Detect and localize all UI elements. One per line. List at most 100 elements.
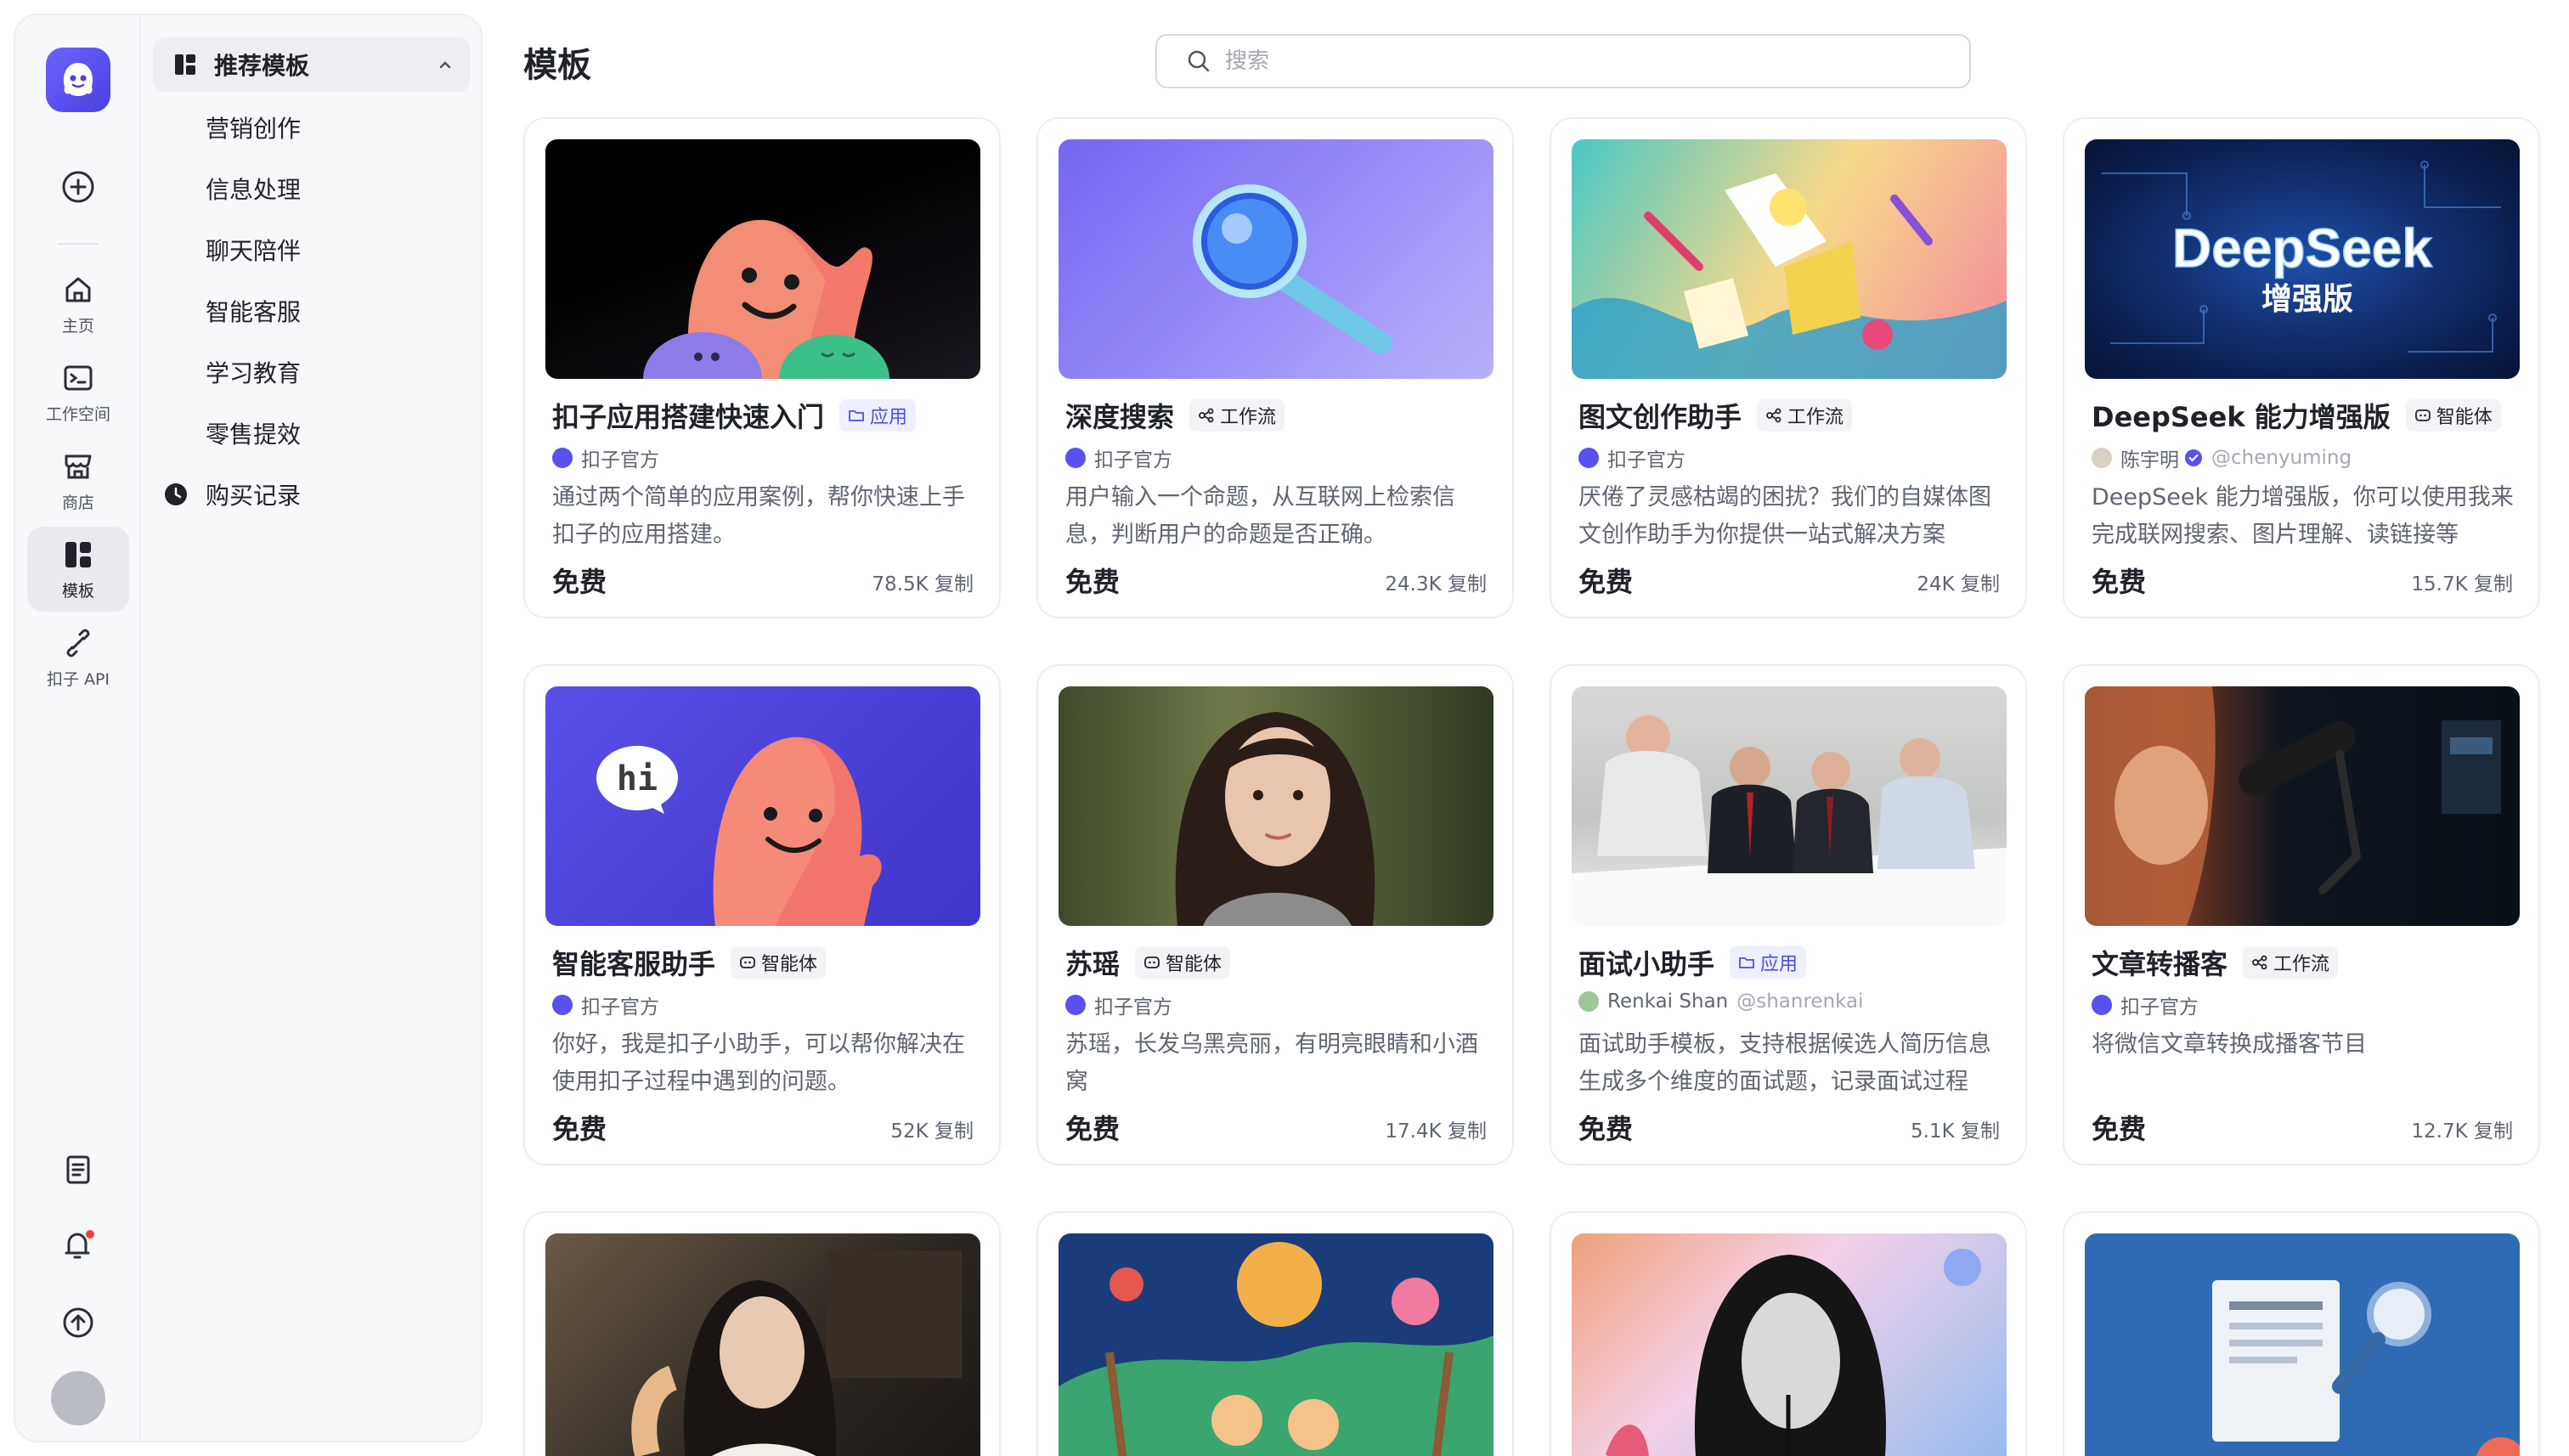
card-thumbnail <box>545 1233 980 1456</box>
card-title: 面试小助手 <box>1578 948 1715 980</box>
rail-item-api[interactable]: 扣子 API <box>27 615 129 700</box>
coze-logo-icon[interactable] <box>46 48 110 112</box>
clock-icon <box>165 483 187 505</box>
template-card[interactable]: hi 智能客服助手 智能体 扣子官方 你好，我是扣子小助手，可以帮你解决在使用扣… <box>523 664 1001 1165</box>
card-description: DeepSeek 能力增强版，你可以使用我来完成联网搜索、图片理解、读链接等 <box>2092 484 2514 548</box>
card-title: 扣子应用搭建快速入门 <box>552 401 825 433</box>
card-title-row: DeepSeek 能力增强版 智能体 <box>2092 396 2501 435</box>
template-card[interactable] <box>1550 1211 2027 1456</box>
type-tag-label: 智能体 <box>2436 407 2493 428</box>
author-name: 扣子官方 <box>2120 996 2199 1019</box>
card-author[interactable]: Renkai Shan @shanrenkai <box>1578 990 1864 1013</box>
rail-label: 工作空间 <box>45 404 110 424</box>
author-name: Renkai Shan <box>1607 990 1729 1013</box>
template-card[interactable]: 扣子应用搭建快速入门 应用 扣子官方 通过两个简单的应用案例，帮你快速上手扣子的… <box>523 117 1001 618</box>
purchase-history-item[interactable]: 购买记录 <box>163 477 301 511</box>
card-author[interactable]: 扣子官方 <box>1065 443 1172 472</box>
agent-icon <box>1144 957 1160 968</box>
author-name: 扣子官方 <box>581 449 659 471</box>
card-author[interactable]: 扣子官方 <box>1065 990 1172 1019</box>
card-author[interactable]: 扣子官方 <box>1578 443 1685 472</box>
arrow-up-circle-icon <box>63 1307 93 1338</box>
type-tag-label: 工作流 <box>1220 407 1277 428</box>
purchase-history-label: 购买记录 <box>206 482 302 510</box>
type-tag: 智能体 <box>731 946 827 979</box>
agent-icon <box>2414 409 2431 421</box>
rail-label: 主页 <box>61 316 94 336</box>
rail-item-home[interactable]: 主页 <box>27 262 129 347</box>
category-header-label: 推荐模板 <box>214 52 310 80</box>
author-avatar <box>1578 991 1599 1012</box>
grid-icon <box>175 54 195 75</box>
type-tag-label: 应用 <box>870 407 908 428</box>
template-card[interactable]: 深度搜索 工作流 扣子官方 用户输入一个命题，从互联网上检索信息，判断用户的命题… <box>1036 117 1514 618</box>
card-description: 厌倦了灵感枯竭的困扰？我们的自媒体图文创作助手为你提供一站式解决方案 <box>1578 484 1991 548</box>
category-item-customer-service[interactable]: 智能客服 <box>206 294 301 328</box>
card-author[interactable]: 扣子官方 <box>552 990 659 1019</box>
card-price: 免费 <box>2092 1113 2147 1145</box>
card-thumbnail <box>1059 139 1493 379</box>
home-icon <box>65 277 91 302</box>
card-author[interactable]: 扣子官方 <box>2092 990 2199 1019</box>
card-copy-count: 78.5K 复制 <box>872 573 974 595</box>
rail-item-workspace[interactable]: 工作空间 <box>27 350 129 435</box>
verified-badge-icon <box>2185 449 2202 466</box>
store-icon <box>65 454 92 478</box>
docs-button[interactable] <box>27 1140 129 1199</box>
type-tag: 工作流 <box>2243 946 2339 979</box>
card-author[interactable]: 陈宇明 @chenyuming <box>2092 443 2352 472</box>
rail-label: 模板 <box>61 581 94 601</box>
template-card[interactable] <box>1036 1211 1514 1456</box>
type-tag: 应用 <box>839 399 917 432</box>
type-tag: 智能体 <box>2405 399 2501 432</box>
type-tag: 应用 <box>1730 946 1807 979</box>
template-card[interactable] <box>2063 1211 2540 1456</box>
card-author[interactable]: 扣子官方 <box>552 443 659 472</box>
folder-icon <box>849 410 864 421</box>
notifications-button[interactable] <box>27 1216 129 1276</box>
coze-official-avatar <box>1578 448 1599 468</box>
search-input[interactable] <box>1225 48 1922 74</box>
user-avatar[interactable] <box>51 1371 105 1425</box>
card-copy-count: 12.7K 复制 <box>2411 1120 2513 1143</box>
rail-item-templates[interactable]: 模板 <box>27 527 129 612</box>
card-description: 你好，我是扣子小助手，可以帮你解决在使用扣子过程中遇到的问题。 <box>552 1031 965 1095</box>
category-item-retail[interactable]: 零售提效 <box>206 416 301 450</box>
search-box[interactable] <box>1155 34 1971 88</box>
card-title-row: 苏瑶 智能体 <box>1065 943 1231 982</box>
recommended-templates-header[interactable]: 推荐模板 <box>153 37 471 92</box>
template-icon <box>65 541 91 567</box>
page-title: 模板 <box>523 46 591 85</box>
card-title: 文章转播客 <box>2092 948 2228 980</box>
template-card[interactable]: 图文创作助手 工作流 扣子官方 厌倦了灵感枯竭的困扰？我们的自媒体图文创作助手为… <box>1550 117 2027 618</box>
deepseek-thumb-subtitle: 增强版 <box>2261 282 2353 317</box>
template-card[interactable]: 苏瑶 智能体 扣子官方 苏瑶，长发乌黑亮丽，有明亮眼睛和小酒窝 免费 17.4K… <box>1036 664 1514 1165</box>
rail-item-store[interactable]: 商店 <box>27 438 129 523</box>
card-price: 免费 <box>1065 566 1121 598</box>
card-price: 免费 <box>1065 1113 1121 1145</box>
folder-icon <box>1739 957 1754 968</box>
card-title: DeepSeek 能力增强版 <box>2092 401 2391 433</box>
upgrade-button[interactable] <box>27 1293 129 1352</box>
coze-official-avatar <box>2092 995 2112 1015</box>
rail-label: 扣子 API <box>46 669 110 689</box>
card-description: 用户输入一个命题，从互联网上检索信息，判断用户的命题是否正确。 <box>1065 484 1455 548</box>
create-button[interactable] <box>27 153 129 221</box>
type-tag-label: 工作流 <box>1787 407 1844 428</box>
author-name: 陈宇明 <box>2120 449 2179 471</box>
card-copy-count: 24.3K 复制 <box>1385 573 1487 595</box>
template-card[interactable]: DeepSeek 增强版 DeepSeek 能力增强版 智能体 陈宇明 @che… <box>2063 117 2540 618</box>
category-item-chat-companion[interactable]: 聊天陪伴 <box>206 233 301 267</box>
workspace-icon <box>64 365 93 390</box>
card-description: 面试助手模板，支持根据候选人简历信息生成多个维度的面试题，记录面试过程 <box>1578 1031 1991 1095</box>
coze-official-avatar <box>552 448 573 468</box>
category-item-marketing[interactable]: 营销创作 <box>206 110 301 144</box>
category-item-info-processing[interactable]: 信息处理 <box>206 172 301 206</box>
category-item-education[interactable]: 学习教育 <box>206 355 301 389</box>
card-title-row: 深度搜索 工作流 <box>1065 396 1285 435</box>
coze-official-avatar <box>1065 448 1086 468</box>
card-title: 深度搜索 <box>1065 401 1175 433</box>
template-card[interactable]: 面试小助手 应用 Renkai Shan @shanrenkai 面试助手模板，… <box>1550 664 2027 1165</box>
template-card[interactable] <box>523 1211 1001 1456</box>
template-card[interactable]: 文章转播客 工作流 扣子官方 将微信文章转换成播客节目 免费 12.7K 复制 <box>2063 664 2540 1165</box>
